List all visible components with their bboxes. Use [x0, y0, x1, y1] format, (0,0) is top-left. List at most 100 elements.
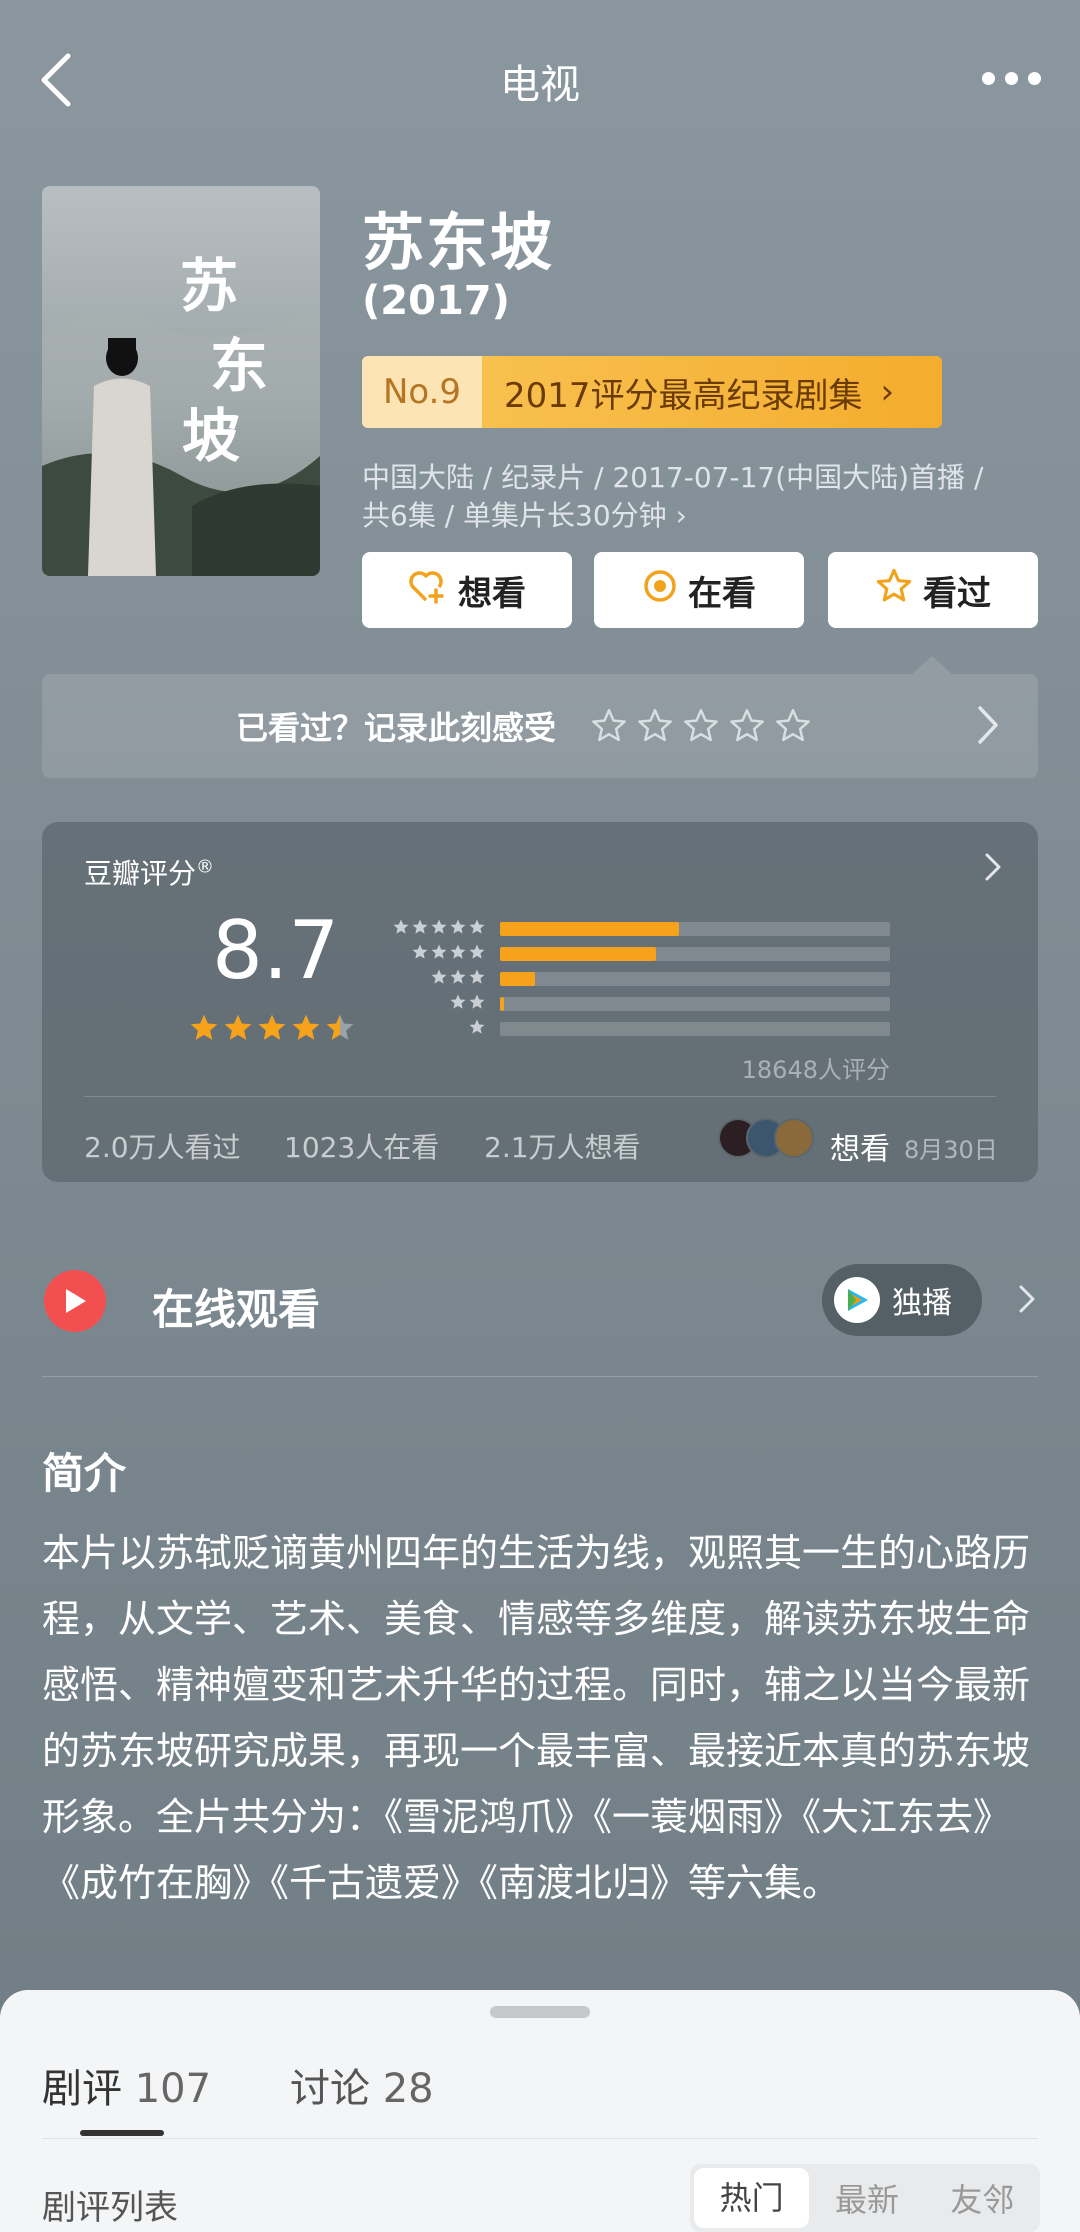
page-title: 电视 — [500, 62, 580, 108]
star-icon — [393, 919, 409, 934]
show-title: 苏东坡 — [362, 206, 555, 279]
svg-text:坡: 坡 — [182, 402, 240, 470]
want-label: 想看 — [458, 573, 526, 614]
stat-wants[interactable]: 2.1万人想看 — [484, 1126, 641, 1166]
star-icon — [412, 944, 428, 959]
empty-star-icon[interactable] — [774, 708, 812, 744]
empty-star-icon[interactable] — [590, 708, 628, 744]
rating-stars — [188, 1012, 356, 1044]
rank-label-wrap: 2017评分最高纪录剧集 › — [482, 356, 942, 428]
stat-watched[interactable]: 2.0万人看过 — [84, 1126, 241, 1166]
want-button[interactable]: 想看 — [362, 552, 572, 628]
empty-star-icon[interactable] — [636, 708, 674, 744]
stat-watching[interactable]: 1023人在看 — [284, 1126, 439, 1166]
divider — [42, 2138, 1038, 2139]
star-icon — [326, 1014, 354, 1040]
distribution-bar-1 — [500, 1022, 890, 1036]
star-icon — [469, 994, 485, 1009]
friend-action: 想看 — [830, 1132, 890, 1167]
douban-rating-card[interactable]: 豆瓣评分® 8.7 18648人评分 2.0万人看过 1023人在看 2.1万人… — [42, 822, 1038, 1182]
star-icon — [469, 919, 485, 934]
chevron-right-icon: › — [880, 372, 895, 412]
tab-reviews[interactable]: 剧评 107 — [42, 2056, 211, 2114]
poster-image[interactable]: 苏 东 坡 — [42, 186, 320, 576]
svg-text:东: 东 — [210, 332, 268, 400]
online-watch-title[interactable]: 在线观看 — [152, 1276, 320, 1337]
poster-title-text: 苏 — [180, 252, 238, 320]
record-feeling-bar[interactable]: 已看过？记录此刻感受 — [42, 674, 1038, 778]
rank-number: No.9 — [362, 356, 482, 428]
sort-latest[interactable]: 最新 — [809, 2175, 924, 2221]
star-icon — [450, 919, 466, 934]
tab-reviews-label: 剧评 — [42, 2066, 122, 2112]
sort-segmented-control[interactable]: 热门 最新 友邻 — [690, 2164, 1040, 2232]
distribution-stars-2 — [390, 993, 486, 1011]
tab-reviews-count: 107 — [134, 2066, 212, 2112]
sort-friends[interactable]: 友邻 — [925, 2175, 1040, 2221]
empty-star-icon[interactable] — [728, 708, 766, 744]
distribution-bar-fill — [500, 922, 680, 936]
watching-button[interactable]: 在看 — [594, 552, 804, 628]
distribution-bar-fill — [500, 997, 504, 1011]
watched-label: 看过 — [923, 573, 991, 614]
distribution-bar-5 — [500, 922, 890, 936]
tab-discussion[interactable]: 讨论 28 — [290, 2056, 434, 2114]
distribution-stars-4 — [390, 943, 486, 961]
star-icon — [450, 994, 466, 1009]
star-icon — [224, 1014, 252, 1040]
divider — [84, 1096, 996, 1097]
avatar — [774, 1118, 814, 1158]
star-icon — [190, 1014, 218, 1040]
star-icon — [431, 944, 447, 959]
reviews-sheet[interactable]: 剧评 107 讨论 28 剧评列表 热门 最新 友邻 — [0, 1990, 1080, 2232]
star-icon — [469, 969, 485, 984]
target-icon — [642, 568, 678, 613]
empty-star-icon[interactable] — [682, 708, 720, 744]
star-icon — [431, 919, 447, 934]
divider — [42, 1376, 1038, 1377]
distribution-bar-fill — [500, 972, 536, 986]
star-icon — [450, 944, 466, 959]
intro-text[interactable]: 本片以苏轼贬谪黄州四年的生活为线，观照其一生的心路历程，从文学、艺术、美食、情感… — [42, 1520, 1038, 1916]
play-icon[interactable] — [44, 1270, 106, 1332]
exclusive-badge[interactable]: 独播 — [822, 1264, 982, 1336]
distribution-stars-3 — [390, 968, 486, 986]
watched-button[interactable]: 看过 — [828, 552, 1038, 628]
friend-date: 8月30日 — [904, 1136, 998, 1164]
friend-avatars[interactable] — [718, 1118, 814, 1158]
rating-score: 8.7 — [212, 904, 340, 997]
rank-label: 2017评分最高纪录剧集 — [504, 375, 863, 416]
show-year: (2017) — [362, 278, 510, 324]
watching-label: 在看 — [688, 573, 756, 614]
sort-hot[interactable]: 热门 — [694, 2168, 810, 2228]
sheet-drag-handle[interactable] — [490, 2006, 590, 2018]
star-icon — [431, 969, 447, 984]
rating-label-wrap: 豆瓣评分® — [84, 852, 214, 892]
star-icon — [469, 944, 485, 959]
chevron-right-icon[interactable] — [984, 852, 1002, 886]
tab-discussion-count: 28 — [382, 2066, 434, 2112]
active-tab-indicator — [80, 2130, 164, 2136]
star-icon — [469, 1019, 485, 1034]
chevron-right-icon[interactable] — [1018, 1284, 1036, 1318]
chevron-right-icon — [976, 704, 1000, 750]
tab-discussion-label: 讨论 — [290, 2066, 370, 2112]
rating-label: 豆瓣评分 — [84, 857, 197, 890]
star-icon — [292, 1014, 320, 1040]
video-platform-icon — [834, 1277, 880, 1323]
show-meta-line-1[interactable]: 中国大陆 / 纪录片 / 2017-07-17(中国大陆)首播 / — [362, 456, 983, 496]
distribution-stars-1 — [390, 1018, 486, 1036]
rank-badge[interactable]: No.9 2017评分最高纪录剧集 › — [362, 356, 942, 428]
distribution-stars-5 — [390, 918, 486, 936]
popover-pointer — [912, 656, 952, 674]
distribution-bar-4 — [500, 947, 890, 961]
heart-plus-icon — [408, 568, 448, 613]
show-meta-line-2[interactable]: 共6集 / 单集片长30分钟 › — [362, 494, 687, 534]
distribution-bar-3 — [500, 972, 890, 986]
star-outline-icon — [875, 568, 913, 613]
record-feeling-text: 已看过？记录此刻感受 — [236, 709, 557, 747]
review-list-label: 剧评列表 — [42, 2188, 178, 2228]
rating-count: 18648人评分 — [741, 1056, 890, 1084]
more-options-icon[interactable] — [976, 58, 1046, 98]
rate-stars[interactable] — [590, 708, 812, 744]
